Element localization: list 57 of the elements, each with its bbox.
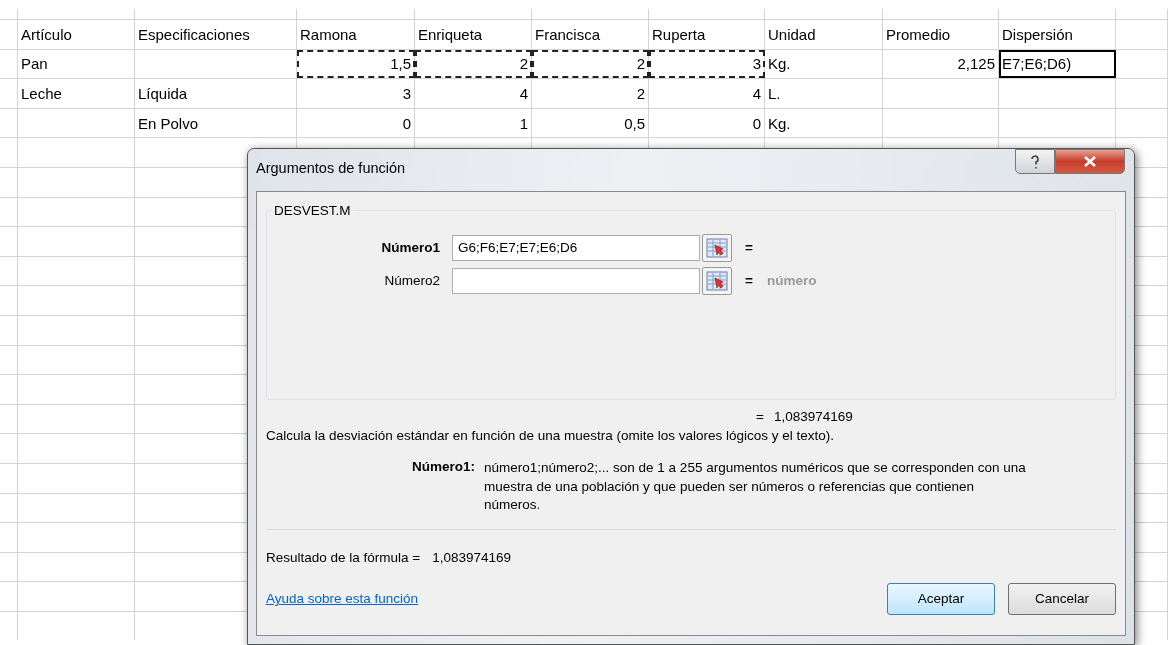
table-cell[interactable]: 1,5 (297, 49, 415, 79)
table-cell[interactable]: 2 (532, 49, 649, 79)
formula-result-value: 1,083974169 (432, 549, 512, 565)
equals-sign: = (756, 409, 764, 424)
table-cell: 3 (297, 79, 415, 108)
table-cell: Pan (18, 49, 135, 79)
collapse-dialog-button[interactable] (702, 233, 732, 262)
table-cell: 0 (297, 108, 415, 138)
table-cell: Kg. (765, 108, 883, 138)
table-cell: Kg. (765, 49, 883, 79)
argument-label: Número1 (380, 240, 441, 255)
function-description: Calcula la desviación estándar en función de una muestra (omite los valores lógicos y el texto). (266, 428, 836, 443)
table-cell: 0 (649, 108, 765, 138)
table-cell: Artículo (18, 20, 135, 49)
table-cell: Especificaciones (135, 20, 297, 49)
function-name: DESVEST.M (272, 203, 353, 218)
table-cell: Unidad (765, 20, 883, 49)
close-button[interactable] (1055, 149, 1125, 174)
formula-result-label: Resultado de la fórmula = (266, 549, 421, 565)
cancel-button[interactable]: Cancelar (1008, 582, 1116, 615)
argument-description: número1;número2;... son de 1 a 255 argumentos numéricos que se corresponden con una muestra de una población y que pueden ser números o referencias que contienen números. (484, 459, 1027, 514)
table-cell: Dispersión (999, 20, 1116, 49)
table-cell: 1 (415, 108, 532, 138)
table-cell[interactable]: 3 (649, 49, 765, 79)
close-icon (1083, 156, 1097, 167)
help-link[interactable]: Ayuda sobre esta función (266, 591, 874, 606)
active-cell[interactable]: E7;E6;D6) (999, 49, 1116, 79)
result-value: 1,083974169 (773, 409, 853, 424)
table-cell: L. (765, 79, 883, 108)
table-cell: 2 (532, 79, 649, 108)
table-cell: Francisca (532, 20, 649, 49)
table-cell: En Polvo (135, 108, 297, 138)
dialog-title: Argumentos de función (256, 160, 407, 176)
table-cell: Leche (18, 79, 135, 108)
table-cell: Líquida (135, 79, 297, 108)
range-picker-icon (706, 270, 728, 291)
table-cell: 4 (415, 79, 532, 108)
table-cell: Ramona (297, 20, 415, 49)
table-cell: 4 (649, 79, 765, 108)
argument-label: Número1: (411, 459, 476, 476)
input-field[interactable]: G6;F6;E7;E7;E6;D6 (452, 234, 700, 261)
argument-label: Número2 (383, 273, 441, 288)
table-cell[interactable]: 2 (415, 49, 532, 79)
collapse-dialog-button[interactable] (702, 266, 732, 295)
equals-sign: = (745, 240, 753, 255)
table-cell: Ruperta (649, 20, 765, 49)
equals-sign: = (745, 273, 753, 288)
table-cell: Enriqueta (415, 20, 532, 49)
help-button[interactable] (1015, 149, 1055, 174)
accept-button[interactable]: Aceptar (887, 582, 995, 615)
argument-hint: número (766, 273, 817, 288)
range-picker-icon (706, 237, 728, 258)
input-field[interactable] (452, 267, 700, 294)
help-icon (1030, 154, 1040, 169)
table-cell: 0,5 (532, 108, 649, 138)
table-cell: Promedio (883, 20, 999, 49)
table-cell: 2,125 (883, 49, 999, 79)
